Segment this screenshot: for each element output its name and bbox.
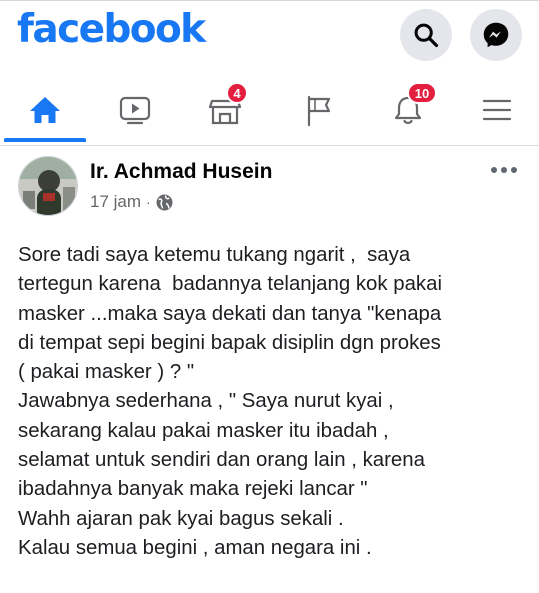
messenger-icon (483, 22, 509, 48)
tab-notifications[interactable]: 10 (373, 80, 443, 140)
post-header: Ir. Achmad Husein 17 jam · (0, 150, 539, 222)
profile-photo (19, 157, 77, 215)
video-icon (119, 96, 151, 125)
post-text-line: ( pakai masker ) ? " (18, 361, 195, 384)
flag-icon (307, 95, 331, 127)
more-dot (501, 167, 507, 173)
post-text-line: Sore tadi saya ketemu tukang ngarit , sa… (18, 244, 411, 266)
tab-menu[interactable] (462, 80, 532, 140)
post-text-line: sekarang kalau pakai masker itu ibadah , (18, 419, 389, 442)
home-icon (30, 97, 60, 123)
notifications-badge: 10 (407, 82, 437, 104)
post-text-line: Wahh ajaran pak kyai bagus sekali . (18, 507, 344, 530)
active-tab-indicator (4, 138, 86, 142)
hamburger-icon (482, 99, 512, 121)
tab-pages[interactable] (283, 80, 353, 140)
facebook-logo[interactable]: facebook (17, 7, 206, 52)
post-text-line: tertegun karena badannya telanjang kok p… (18, 273, 442, 296)
messenger-button[interactable] (470, 9, 522, 61)
search-icon (414, 23, 439, 48)
avatar[interactable] (18, 156, 78, 216)
tab-marketplace[interactable]: 4 (190, 80, 260, 140)
tab-home[interactable] (10, 80, 80, 140)
more-options-button[interactable] (484, 158, 524, 182)
post-text-line: masker ...maka saya dekati dan tanya "ke… (18, 302, 442, 325)
post-time[interactable]: 17 jam (90, 192, 141, 212)
post-text-line: di tempat sepi begini bapak disiplin dgn… (18, 331, 441, 354)
post-meta: 17 jam · (90, 192, 173, 212)
marketplace-badge: 4 (226, 82, 248, 104)
tab-watch[interactable] (100, 80, 170, 140)
globe-icon (156, 194, 173, 210)
post-author[interactable]: Ir. Achmad Husein (90, 160, 272, 184)
nav-tabs: 4 10 (0, 72, 539, 146)
post-text-line: Jawabnya sederhana , " Saya nurut kyai , (18, 390, 394, 413)
post-text-line: ibadahnya banyak maka rejeki lancar " (18, 478, 368, 501)
top-bar: facebook (0, 0, 539, 70)
post-text-line: Kalau semua begini , aman negara ini . (18, 536, 372, 559)
more-dot (511, 167, 517, 173)
post-text: Sore tadi saya ketemu tukang ngarit , sa… (18, 241, 533, 563)
search-button[interactable] (400, 9, 452, 61)
more-dot (491, 167, 497, 173)
post-text-line: selamat untuk sendiri dan orang lain , k… (18, 449, 425, 472)
meta-separator: · (146, 194, 151, 210)
